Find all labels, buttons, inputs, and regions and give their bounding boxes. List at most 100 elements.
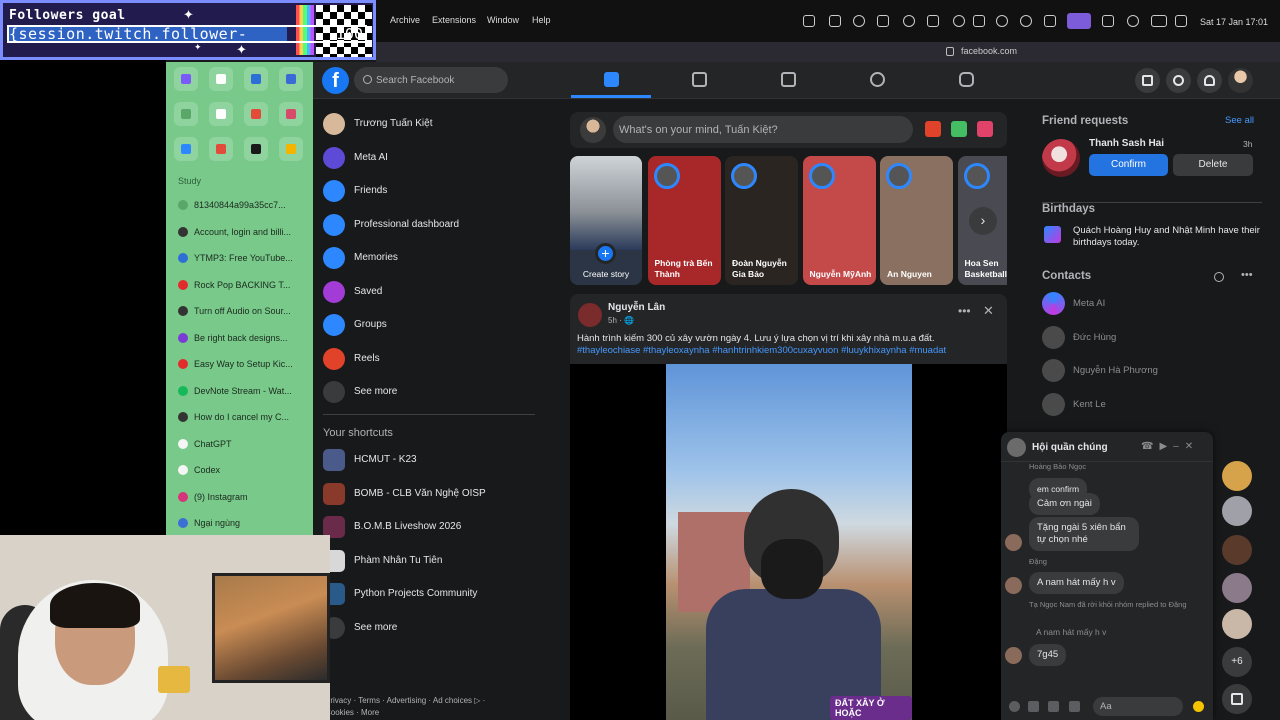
chat-title[interactable]: Hội quần chúng bbox=[1032, 442, 1108, 453]
menu-archive[interactable]: Archive bbox=[390, 15, 420, 25]
leftnav-item[interactable]: Reels bbox=[323, 345, 548, 375]
tab-marketplace[interactable] bbox=[748, 62, 828, 98]
contacts-options-icon[interactable]: ••• bbox=[1241, 269, 1253, 281]
chat-message-bubble[interactable]: 7g45 bbox=[1029, 644, 1067, 666]
play-icon[interactable] bbox=[903, 15, 915, 27]
sticker-icon[interactable] bbox=[1048, 701, 1059, 712]
pinned-tab-gmail-icon[interactable] bbox=[244, 102, 268, 126]
sidebar-tab[interactable]: ChatGPT bbox=[178, 435, 310, 455]
messenger-button[interactable] bbox=[1166, 68, 1191, 93]
sidebar-tab[interactable]: DevNote Stream - Wat... bbox=[178, 382, 310, 402]
sidebar-tab[interactable]: YTMP3: Free YouTube... bbox=[178, 249, 310, 269]
control-center-icon[interactable] bbox=[1067, 13, 1091, 29]
contacts-search-icon[interactable] bbox=[1214, 272, 1224, 282]
leftnav-item[interactable]: Friends bbox=[323, 177, 548, 207]
pinned-tab-app-icon[interactable] bbox=[279, 67, 303, 91]
leftnav-item[interactable]: Groups bbox=[323, 311, 548, 341]
chat-header-controls[interactable]: ☎▶–✕ bbox=[1141, 441, 1199, 452]
sidebar-tab[interactable]: Codex bbox=[178, 461, 310, 481]
emoji-icon[interactable] bbox=[1193, 701, 1204, 712]
battery-icon[interactable] bbox=[1151, 15, 1167, 27]
chat-input[interactable] bbox=[1093, 697, 1183, 716]
camera-icon[interactable] bbox=[1028, 701, 1039, 712]
contact-item[interactable]: Đức Hùng bbox=[1042, 324, 1242, 352]
post-options-icon[interactable]: ••• bbox=[958, 304, 971, 318]
chat-head-2[interactable] bbox=[1222, 496, 1252, 526]
menu-help[interactable]: Help bbox=[532, 15, 551, 25]
sidebar-tab[interactable]: Turn off Audio on Sour... bbox=[178, 302, 310, 322]
sidebar-tab[interactable]: Ngại ngùng bbox=[178, 514, 310, 534]
url-bar[interactable]: facebook.com bbox=[376, 42, 1280, 62]
chat-message-bubble[interactable]: Tặng ngài 5 xiên bẩn tự chọn nhé bbox=[1029, 517, 1139, 551]
composer-avatar[interactable] bbox=[580, 117, 606, 143]
pinned-tab-drive2-icon[interactable] bbox=[279, 137, 303, 161]
story-card[interactable]: Nguyễn MỹAnh bbox=[802, 156, 876, 285]
shortcut-item[interactable]: Phàm Nhân Tu Tiên bbox=[323, 547, 548, 577]
search-box[interactable] bbox=[354, 67, 508, 93]
request-name[interactable]: Thanh Sash Hai bbox=[1089, 138, 1164, 149]
post-hashtags[interactable]: #thayleochiase #thayleoxaynha #hanhtrinh… bbox=[577, 345, 1002, 357]
post-author-avatar[interactable] bbox=[578, 303, 602, 327]
drive-icon[interactable] bbox=[973, 15, 985, 27]
shortcut-item[interactable]: BOMB - CLB Văn Nghệ OISP bbox=[323, 480, 548, 510]
story-card[interactable]: + Create story bbox=[570, 156, 642, 285]
pinned-tab-add-icon[interactable] bbox=[209, 67, 233, 91]
chat-message-bubble[interactable]: Cảm ơn ngài bbox=[1029, 493, 1100, 515]
pinned-tab-green-icon[interactable] bbox=[174, 102, 198, 126]
footer-links[interactable]: Privacy · Terms · Advertising · Ad choic… bbox=[325, 695, 515, 719]
story-card[interactable]: Đoàn Nguyễn Gia Bảo bbox=[725, 156, 798, 285]
shortcut-item[interactable]: See more bbox=[323, 614, 548, 644]
vi-input-icon[interactable] bbox=[927, 15, 939, 27]
post-video[interactable]: ĐẤT XÂY Ở HOẶC bbox=[570, 364, 1007, 720]
composer-input[interactable]: What's on your mind, Tuấn Kiệt? bbox=[613, 116, 913, 143]
tab-video[interactable] bbox=[659, 62, 739, 98]
chat-message-bubble[interactable]: A nam hát mấy h v bbox=[1029, 572, 1124, 594]
sidebar-tab[interactable]: (9) Instagram bbox=[178, 488, 310, 508]
chat-member-avatar[interactable] bbox=[1005, 577, 1022, 594]
facebook-logo[interactable]: f bbox=[322, 67, 349, 94]
sidebar-tab[interactable]: 81340844a99a35cc7... bbox=[178, 196, 310, 216]
notifications-button[interactable] bbox=[1197, 68, 1222, 93]
menu-extensions[interactable]: Extensions bbox=[432, 15, 476, 25]
profile-avatar[interactable] bbox=[1228, 68, 1253, 93]
post-time[interactable]: 5h · 🌐 bbox=[608, 316, 634, 325]
chat-head-5[interactable] bbox=[1222, 609, 1252, 639]
leftnav-item[interactable]: Meta AI bbox=[323, 144, 548, 174]
live-video-icon[interactable] bbox=[925, 121, 941, 137]
confirm-button[interactable]: Confirm bbox=[1089, 154, 1168, 176]
pinned-tab-calendar-icon[interactable] bbox=[209, 102, 233, 126]
display-icon[interactable] bbox=[1102, 15, 1114, 27]
sidebar-tab[interactable]: Be right back designs... bbox=[178, 329, 310, 349]
story-card[interactable]: Phòng trà Bến Thành bbox=[647, 156, 721, 285]
pinned-tab-mail-icon[interactable] bbox=[279, 102, 303, 126]
leftnav-item[interactable]: Saved bbox=[323, 278, 548, 308]
delete-button[interactable]: Delete bbox=[1173, 154, 1253, 176]
tab-groups[interactable] bbox=[837, 62, 917, 98]
chat-head-3[interactable] bbox=[1222, 535, 1252, 565]
tab-group-label[interactable]: Study bbox=[178, 176, 201, 186]
sidebar-tab[interactable]: Rock Pop BACKING T... bbox=[178, 276, 310, 296]
stories-next-button[interactable]: › bbox=[969, 207, 997, 235]
shortcut-item[interactable]: B.O.M.B Liveshow 2026 bbox=[323, 513, 548, 543]
contact-item[interactable]: Kent Le bbox=[1042, 391, 1242, 419]
leftnav-item[interactable]: Professional dashboard bbox=[323, 211, 548, 241]
see-all-link[interactable]: See all bbox=[1225, 115, 1254, 126]
shortcut-item[interactable]: HCMUT - K23 bbox=[323, 446, 548, 476]
shortcut-item[interactable]: Python Projects Community bbox=[323, 580, 548, 610]
toggle-icon[interactable] bbox=[1175, 15, 1187, 27]
timer-icon[interactable] bbox=[853, 15, 865, 27]
app-icon[interactable] bbox=[829, 15, 841, 27]
cloud-icon[interactable] bbox=[996, 15, 1008, 27]
chat-member-avatar[interactable] bbox=[1005, 647, 1022, 664]
birthday-text[interactable]: Quách Hoàng Huy and Nhật Minh have their… bbox=[1073, 225, 1263, 249]
pinned-tab-grid-icon[interactable] bbox=[209, 137, 233, 161]
create-story-plus-icon[interactable]: + bbox=[595, 243, 616, 264]
tab-home[interactable] bbox=[571, 62, 651, 98]
request-avatar[interactable] bbox=[1042, 139, 1080, 177]
pinned-tab-calendar2-icon[interactable] bbox=[174, 137, 198, 161]
gif-icon[interactable] bbox=[1069, 701, 1080, 712]
story-card[interactable]: An Nguyen bbox=[880, 156, 953, 285]
photo-video-icon[interactable] bbox=[951, 121, 967, 137]
screenshot-icon[interactable] bbox=[803, 15, 815, 27]
leftnav-item[interactable]: Trương Tuấn Kiệt bbox=[323, 110, 548, 140]
